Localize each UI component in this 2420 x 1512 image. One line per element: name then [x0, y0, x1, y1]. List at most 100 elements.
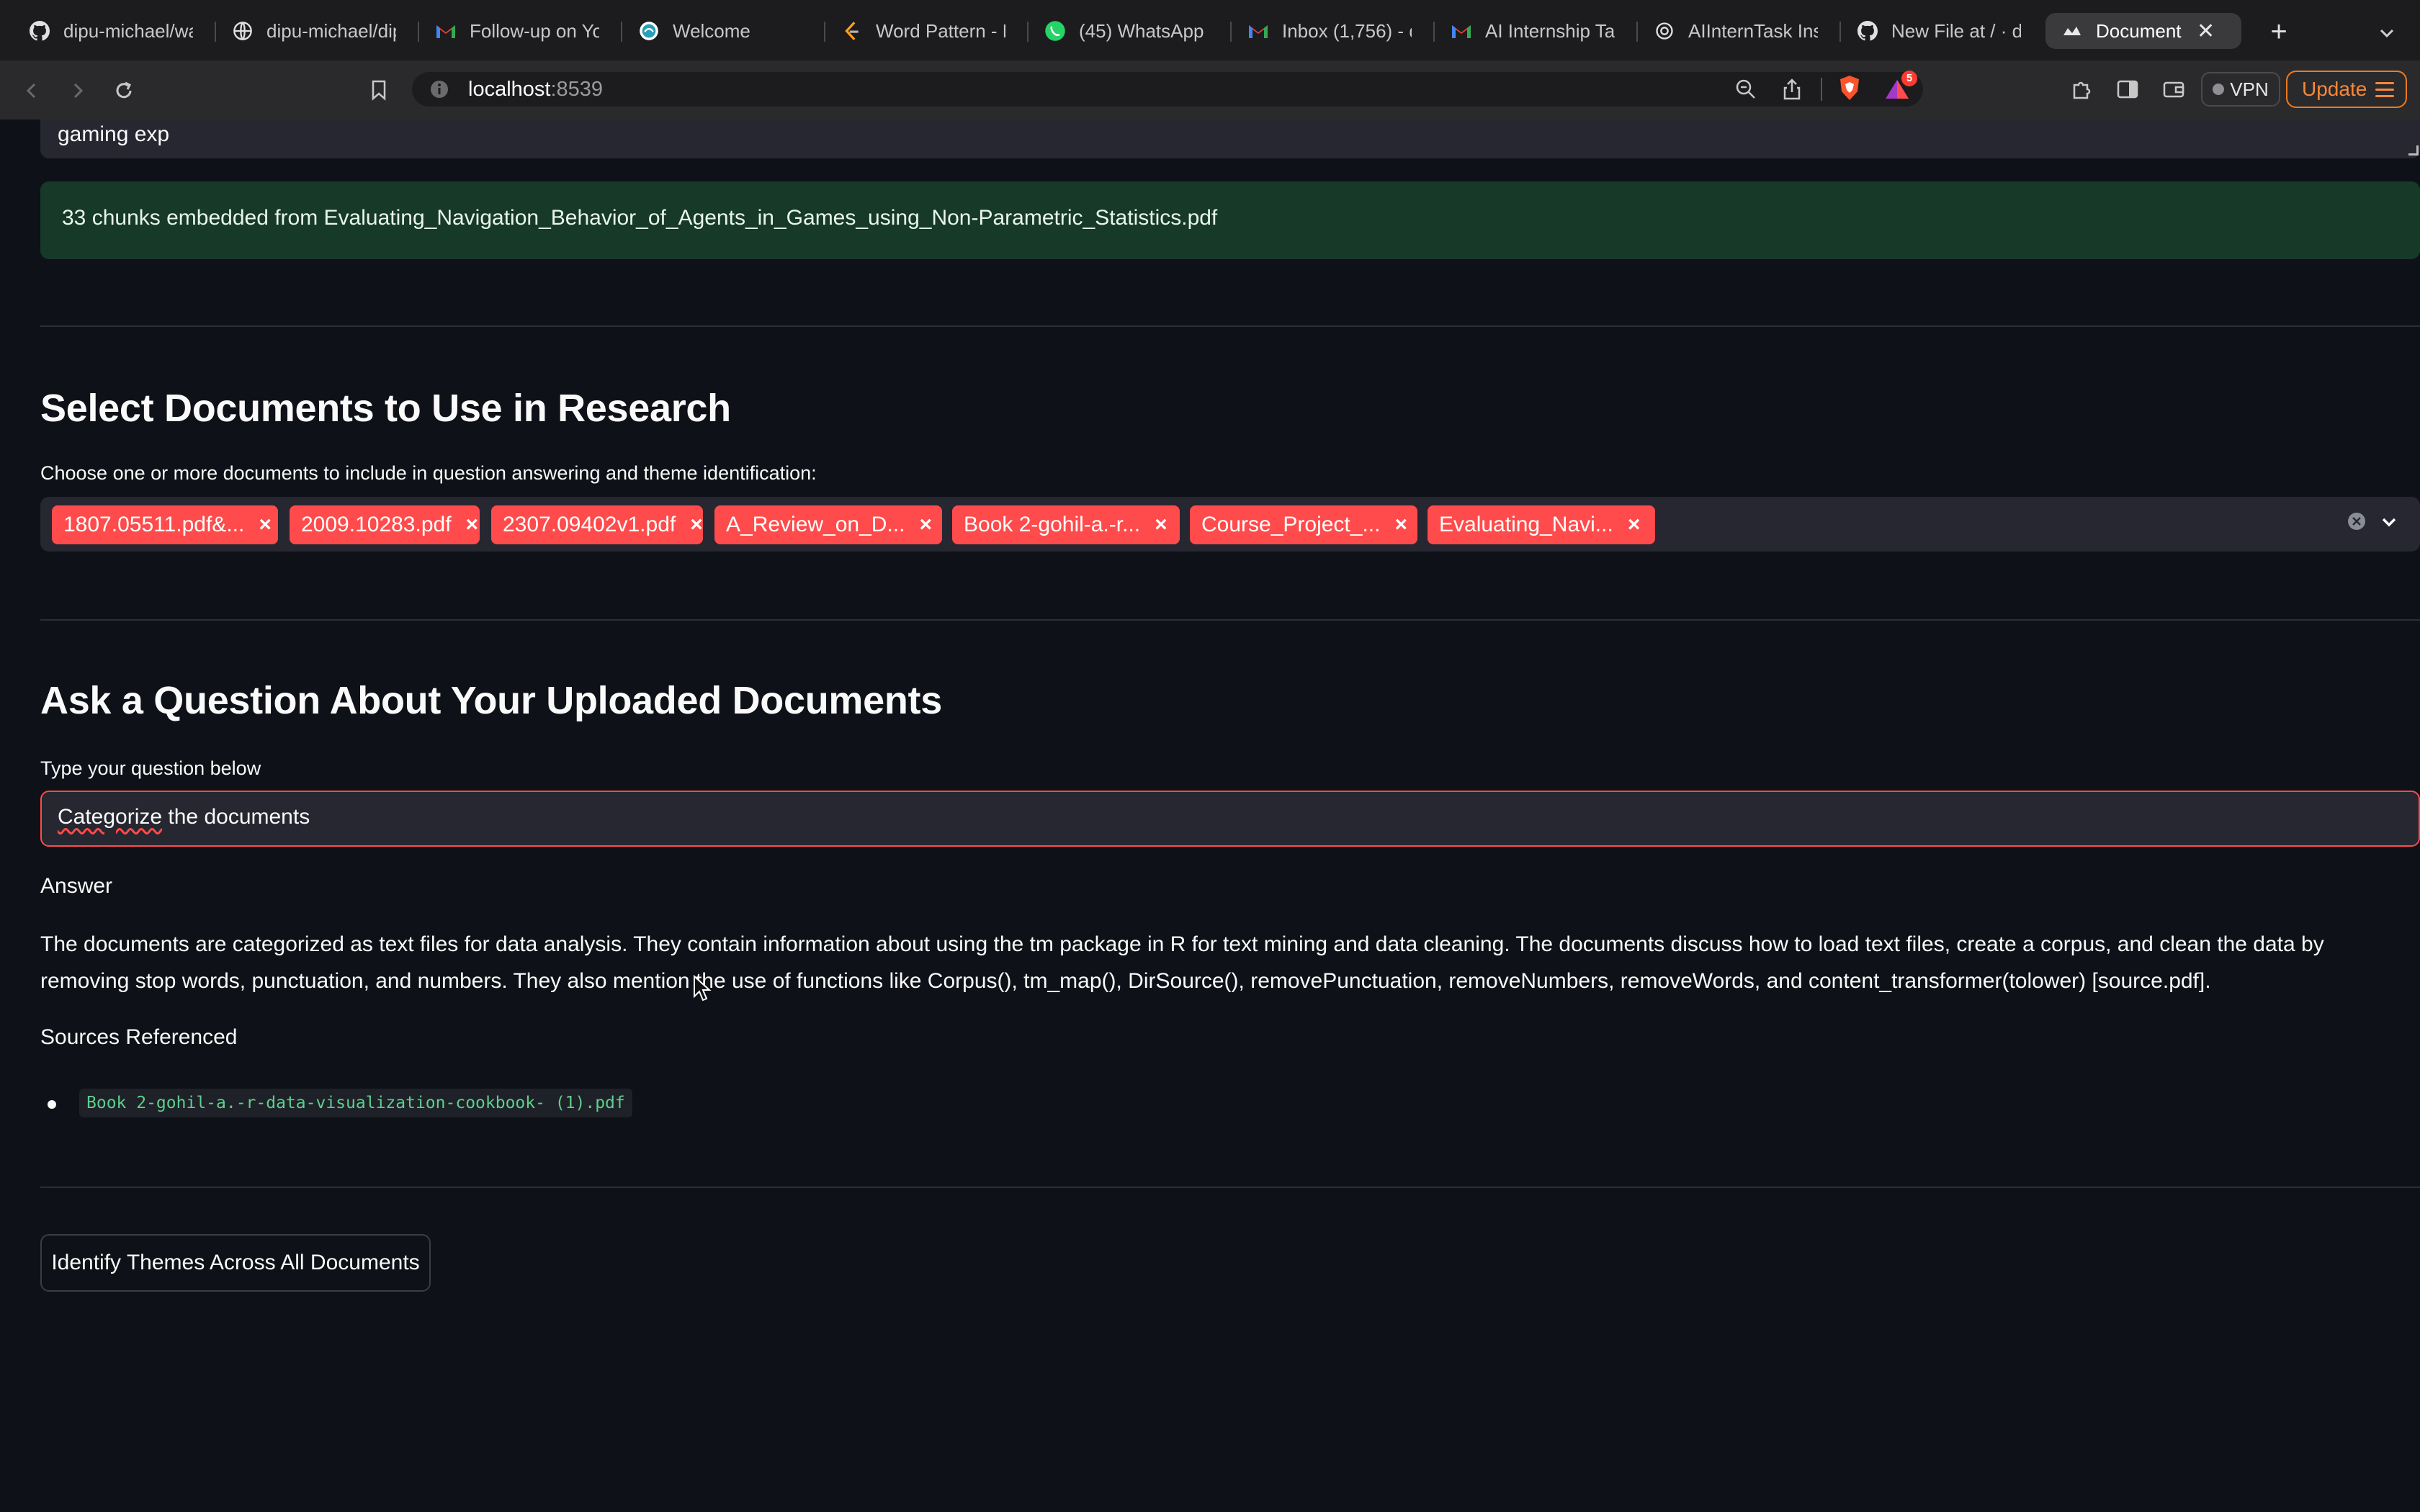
select-documents-label: Choose one or more documents to include …	[40, 462, 817, 484]
success-alert-text: 33 chunks embedded from Evaluating_Navig…	[62, 206, 1218, 230]
selected-document-chip[interactable]: Book 2-gohil-a.-r... ×	[952, 505, 1180, 544]
gmail-icon	[1247, 20, 1269, 42]
url-text[interactable]: localhost:8539	[468, 75, 603, 104]
streamlit-icon	[2061, 20, 2083, 42]
extensions-icon[interactable]	[2069, 76, 2094, 102]
select-documents-heading: Select Documents to Use in Research	[40, 387, 731, 430]
bookmark-icon[interactable]	[366, 77, 392, 103]
tab-whatsapp[interactable]: (45) WhatsApp	[1028, 13, 1223, 49]
identify-themes-button[interactable]: Identify Themes Across All Documents	[40, 1234, 431, 1292]
tab-title: Word Pattern - Le	[876, 19, 1005, 42]
chevron-down-icon[interactable]	[2377, 511, 2401, 533]
tab-title: (45) WhatsApp	[1079, 19, 1204, 42]
brave-shield-icon[interactable]	[1837, 75, 1863, 101]
share-icon[interactable]	[1779, 76, 1805, 102]
chip-label: 2307.09402v1.pdf	[503, 513, 676, 536]
source-document-code: Book 2-gohil-a.-r-data-visualization-coo…	[79, 1089, 632, 1117]
update-button[interactable]: Update	[2286, 71, 2407, 108]
sidebar-toggle-icon[interactable]	[2115, 76, 2141, 102]
forward-arrow-icon[interactable]	[62, 75, 94, 107]
tab-gmail-followup[interactable]: Follow-up on You	[419, 13, 614, 49]
tab-chatgpt[interactable]: AIInternTask Instr	[1638, 13, 1832, 49]
selected-document-chip[interactable]: 2009.10283.pdf ×	[290, 505, 480, 544]
address-bar[interactable]	[412, 72, 1923, 107]
selected-document-chip[interactable]: Evaluating_Navi... ×	[1428, 505, 1655, 544]
chip-remove-icon[interactable]: ×	[259, 513, 272, 537]
tab-title: New File at / · dip	[1891, 19, 2021, 42]
whatsapp-icon	[1044, 20, 1066, 42]
chip-remove-icon[interactable]: ×	[1628, 513, 1641, 537]
tab-gmail-inbox[interactable]: Inbox (1,756) - d	[1232, 13, 1426, 49]
tab-title: AIInternTask Instr	[1688, 19, 1818, 42]
chip-label: A_Review_on_D...	[726, 513, 905, 536]
chip-label: Course_Project_...	[1201, 513, 1381, 536]
divider	[40, 325, 2420, 327]
zoom-out-icon[interactable]	[1733, 76, 1759, 102]
tab-title: Inbox (1,756) - d	[1282, 19, 1412, 42]
chip-label: Evaluating_Navi...	[1439, 513, 1613, 536]
url-host: localhost	[468, 78, 551, 101]
tab-welcome[interactable]: Welcome	[622, 13, 817, 49]
tab-gmail-internship[interactable]: AI Internship Task	[1435, 13, 1629, 49]
welcome-icon	[638, 20, 660, 42]
chip-remove-icon[interactable]: ×	[919, 513, 932, 537]
vpn-button[interactable]: VPN	[2201, 72, 2280, 107]
tab-github-dip[interactable]: dipu-michael/dip	[216, 13, 411, 49]
github-icon	[1857, 20, 1878, 42]
reload-icon[interactable]	[108, 75, 140, 107]
openai-icon	[1654, 20, 1675, 42]
ask-question-heading: Ask a Question About Your Uploaded Docum…	[40, 679, 942, 722]
tab-title: AI Internship Task	[1485, 19, 1615, 42]
back-arrow-icon[interactable]	[16, 75, 48, 107]
site-info-icon[interactable]	[429, 79, 449, 99]
globe-icon	[232, 20, 254, 42]
browser-tab-bar: dipu-michael/wa dipu-michael/dip Follow-…	[0, 0, 2420, 60]
chip-remove-icon[interactable]: ×	[1155, 513, 1168, 537]
mouse-cursor-icon	[693, 974, 712, 1004]
tab-leetcode[interactable]: Word Pattern - Le	[825, 13, 1020, 49]
chip-label: Book 2-gohil-a.-r...	[964, 513, 1141, 536]
app-main: gaming exp 33 chunks embedded from Evalu…	[0, 120, 2420, 1512]
vpn-status-icon	[2213, 84, 2225, 95]
question-rest: the documents	[162, 805, 310, 829]
tab-title: dipu-michael/dip	[266, 19, 396, 42]
menu-icon	[2375, 82, 2394, 102]
tab-close-icon[interactable]: ✕	[2197, 19, 2215, 44]
url-port: :8539	[550, 78, 604, 101]
selected-document-chip[interactable]: 1807.05511.pdf&... ×	[52, 505, 278, 544]
divider	[40, 619, 2420, 621]
text-area-input[interactable]	[40, 120, 2420, 158]
tab-list-chevron-icon[interactable]	[2372, 19, 2401, 48]
resize-handle-icon[interactable]	[2408, 145, 2419, 156]
tab-github-newfile[interactable]: New File at / · dip	[1841, 13, 2035, 49]
chip-label: 1807.05511.pdf&...	[63, 513, 245, 536]
question-misspelled-word: Categorize	[58, 805, 163, 829]
sources-heading: Sources Referenced	[40, 1025, 238, 1049]
gmail-icon	[1451, 20, 1472, 42]
question-input-label: Type your question below	[40, 757, 261, 779]
clear-all-icon[interactable]	[2347, 511, 2367, 531]
chip-remove-icon[interactable]: ×	[690, 513, 703, 537]
toolbar-divider	[1821, 78, 1822, 101]
tab-title: Document Th	[2096, 19, 2182, 42]
tab-title: Follow-up on You	[470, 19, 599, 42]
tab-github-wa[interactable]: dipu-michael/wa	[13, 13, 207, 49]
text-area-value: gaming exp	[58, 122, 170, 146]
tab-title: Welcome	[673, 19, 750, 42]
github-icon	[29, 20, 50, 42]
chip-remove-icon[interactable]: ×	[466, 513, 479, 537]
list-bullet	[48, 1100, 56, 1109]
new-tab-button[interactable]: +	[2263, 16, 2295, 48]
vpn-label: VPN	[2230, 78, 2269, 100]
rewards-badge: 5	[1901, 71, 1917, 86]
wallet-icon[interactable]	[2161, 76, 2187, 102]
selected-document-chip[interactable]: Course_Project_... ×	[1190, 505, 1417, 544]
chip-label: 2009.10283.pdf	[301, 513, 452, 536]
gmail-icon	[435, 20, 457, 42]
selected-document-chip[interactable]: A_Review_on_D... ×	[714, 505, 942, 544]
chip-remove-icon[interactable]: ×	[1394, 513, 1407, 537]
leetcode-icon	[841, 20, 863, 42]
tab-document-theme-active[interactable]: Document Th ✕	[2045, 13, 2241, 49]
selected-document-chip[interactable]: 2307.09402v1.pdf ×	[491, 505, 703, 544]
question-input[interactable]	[40, 791, 2420, 847]
